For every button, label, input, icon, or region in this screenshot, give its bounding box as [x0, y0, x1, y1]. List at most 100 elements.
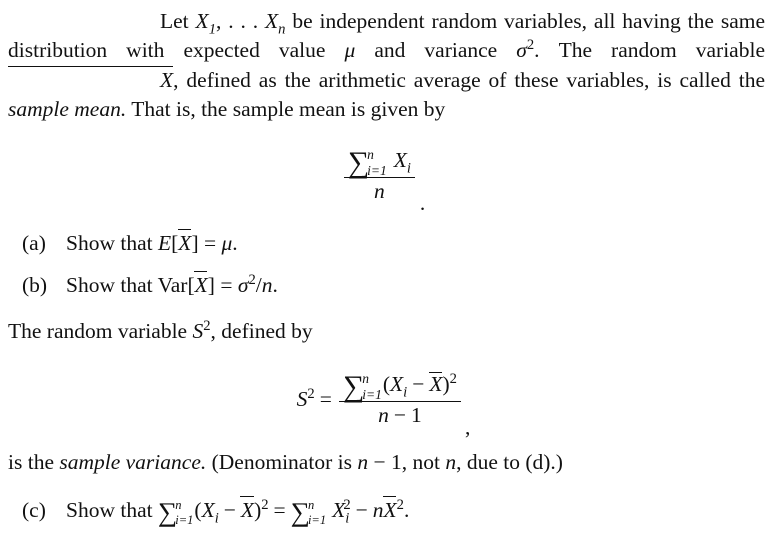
- lhs-S-squared: S2: [296, 385, 315, 412]
- emphasis-sample-mean: sample mean.: [8, 97, 127, 121]
- open-paren: (: [382, 372, 391, 396]
- item-a-period: .: [232, 231, 238, 255]
- display-equation-sample-variance: S2 = ∑ n i=1 (Xi − X)2 n −1 ,: [0, 370, 771, 439]
- lower-limit: i=1: [307, 513, 327, 528]
- variable-n: n: [261, 273, 273, 297]
- symbol-x-bar: X: [240, 495, 254, 525]
- svar-outro-text-3: , not: [401, 450, 446, 474]
- term-Xi: Xi: [201, 498, 219, 527]
- variable-n: n: [357, 450, 369, 474]
- summand-subscript: i: [406, 160, 411, 177]
- document-page: Let X1, . . . Xn be independent random v…: [0, 0, 771, 533]
- intro-text-6: That is, the sample mean is given by: [126, 97, 446, 121]
- open-bracket: [: [187, 273, 195, 297]
- superscript-2: 2: [343, 496, 351, 513]
- fraction-numerator: ∑ n i=1 Xi: [343, 146, 415, 180]
- summation-limits: n i=1: [367, 147, 387, 179]
- denominator-n: n: [378, 402, 389, 427]
- comma-ellipsis: , . . .: [216, 9, 266, 33]
- close-bracket: ]: [191, 231, 199, 255]
- operator-var: Var: [157, 273, 188, 297]
- coefficient-n: n: [372, 498, 384, 522]
- svar-outro-text-1: is the: [8, 450, 60, 474]
- upper-limit: n: [175, 498, 182, 513]
- lower-limit: i=1: [175, 513, 194, 528]
- item-c-label: (c): [22, 498, 46, 522]
- symbol-x-bar: X: [7, 65, 173, 95]
- emphasis-sample-variance: sample variance.: [59, 450, 207, 474]
- intro-paragraph: Let X1, . . . Xn be independent random v…: [7, 7, 765, 124]
- subscript-1: 1: [208, 21, 216, 38]
- number-one: 1: [390, 450, 402, 474]
- term-Xi-squared: Xi2: [332, 496, 351, 527]
- item-c-text: Show that: [66, 498, 158, 522]
- symbol-S-squared: S2: [192, 317, 211, 343]
- summation-operator-lhs: ∑ n i=1: [158, 498, 194, 528]
- item-b-text: Show that: [66, 273, 158, 297]
- symbol-sigma: σ2: [237, 271, 256, 297]
- superscript-2: 2: [203, 317, 211, 334]
- item-a-text: Show that: [66, 231, 158, 255]
- sample-variance-outro: is the sample variance. (Denominator is …: [8, 448, 765, 477]
- equals-sign: =: [319, 387, 332, 412]
- svar-outro-text-2: (Denominator is: [206, 450, 358, 474]
- variable-n-2: n: [445, 450, 457, 474]
- upper-limit: n: [362, 371, 369, 387]
- minus-sign: −: [368, 450, 391, 474]
- symbol-sigma-squared: σ2: [516, 36, 535, 62]
- svar-intro-text-1: The random variable: [8, 319, 193, 343]
- equation-period: .: [419, 191, 426, 216]
- equals-sign: =: [198, 231, 222, 255]
- lower-limit: i=1: [367, 163, 387, 179]
- fraction-denominator: n −1: [374, 402, 426, 428]
- sigma-glyph: ∑: [342, 370, 365, 404]
- upper-limit: n: [307, 498, 315, 513]
- sample-variance-equation: S2 = ∑ n i=1 (Xi − X)2 n −1 ,: [296, 370, 475, 439]
- symbol-x-bar: X: [428, 371, 443, 396]
- fraction-denominator: n: [373, 178, 385, 203]
- symbol-x-bar-squared: X: [383, 495, 397, 525]
- summation-operator: ∑ n i=1: [347, 146, 387, 180]
- summation-limits: n i=1: [362, 371, 382, 403]
- summation-operator: ∑ n i=1: [342, 370, 382, 404]
- superscript-2: 2: [307, 385, 315, 402]
- display-equation-sample-mean: ∑ n i=1 Xi n .: [0, 146, 771, 215]
- term-Xi: Xi: [390, 372, 408, 401]
- list-item-c: (c) Show that ∑ n i=1 (Xi − X)2 = ∑ n i=1 Xi2− nX2.: [22, 495, 410, 528]
- superscript-2: 2: [449, 370, 457, 387]
- fraction: ∑ n i=1 Xi n: [343, 146, 415, 204]
- superscript-2: 2: [396, 496, 404, 513]
- item-b-period: .: [272, 273, 278, 297]
- upper-limit: n: [367, 147, 374, 163]
- list-item-a: (a) Show that E[X] = μ.: [22, 228, 238, 258]
- item-c-period: .: [403, 498, 410, 522]
- item-a-label: (a): [22, 231, 46, 255]
- symbol-mu: μ: [344, 38, 356, 62]
- summand-Xi: Xi: [393, 148, 411, 177]
- svar-outro-text-4: , due to (d).): [456, 450, 563, 474]
- denominator-minus: −: [393, 402, 406, 427]
- intro-text-4: . The random variable: [534, 38, 765, 62]
- intro-text-1: Let: [160, 9, 196, 33]
- fraction: ∑ n i=1 (Xi − X)2 n −1: [338, 370, 461, 428]
- item-b-label: (b): [22, 273, 48, 297]
- lower-limit: i=1: [362, 387, 382, 403]
- minus-sign: −: [223, 498, 236, 522]
- sigma-glyph: ∑: [347, 146, 370, 180]
- open-paren: (: [194, 498, 202, 522]
- minus-sign: −: [412, 372, 425, 396]
- sample-mean-fraction: ∑ n i=1 Xi n .: [342, 146, 430, 215]
- variable-X1: X1: [195, 9, 216, 38]
- intro-text-5: , defined as the arithmetic average of t…: [173, 68, 765, 92]
- summation-limits: n i=1: [307, 498, 327, 528]
- superscript-2: 2: [261, 496, 269, 513]
- symbol-mu: μ: [221, 231, 233, 255]
- sample-variance-intro: The random variable S2, defined by: [8, 317, 765, 346]
- symbol-x-bar: X: [194, 270, 208, 300]
- equals-sign: =: [273, 498, 286, 522]
- denominator-one: 1: [410, 402, 422, 427]
- variable-Xn: Xn: [265, 9, 286, 38]
- list-item-b: (b) Show that Var[X] = σ2/n.: [22, 270, 278, 300]
- svar-intro-text-2: , defined by: [210, 319, 313, 343]
- superscript-2: 2: [248, 271, 256, 288]
